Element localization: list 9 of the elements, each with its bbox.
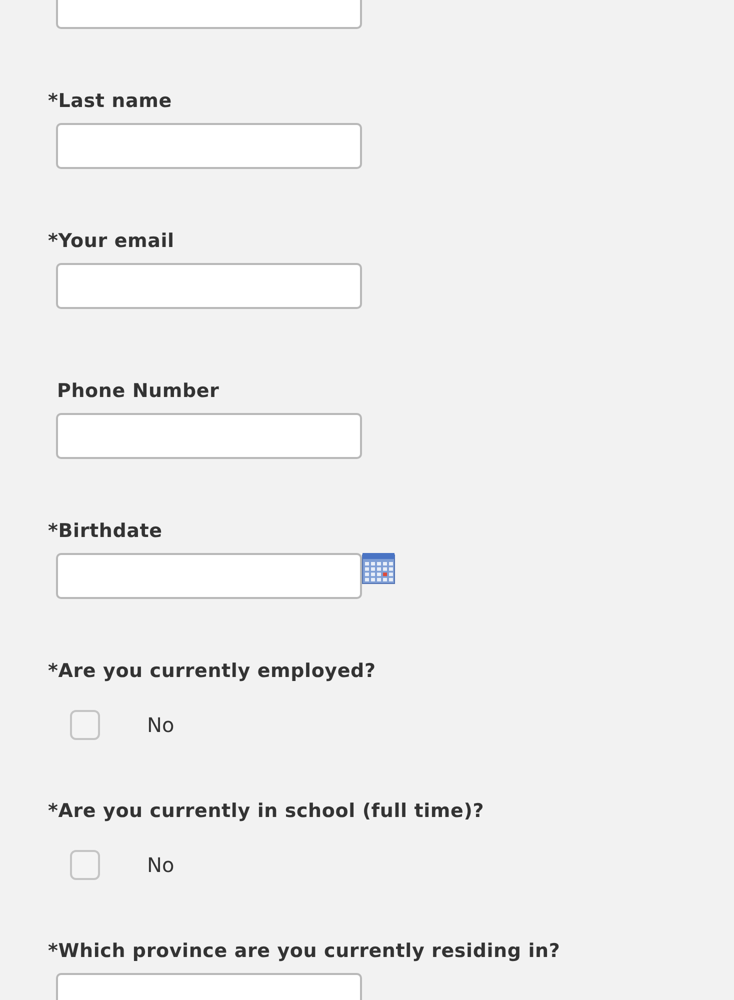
field-label: *Are you currently employed? <box>48 659 377 683</box>
field-label: Phone Number <box>56 379 220 403</box>
field-label: *Last name <box>48 89 173 113</box>
field-label: *Your email <box>48 229 176 253</box>
option-label: No <box>147 713 174 737</box>
field-label: *Which province are you currently residing in? <box>48 939 562 963</box>
field-label: *Are you currently in school (full time)? <box>48 799 486 823</box>
field-label: *Birthdate <box>48 519 164 543</box>
option-label: No <box>147 853 174 877</box>
